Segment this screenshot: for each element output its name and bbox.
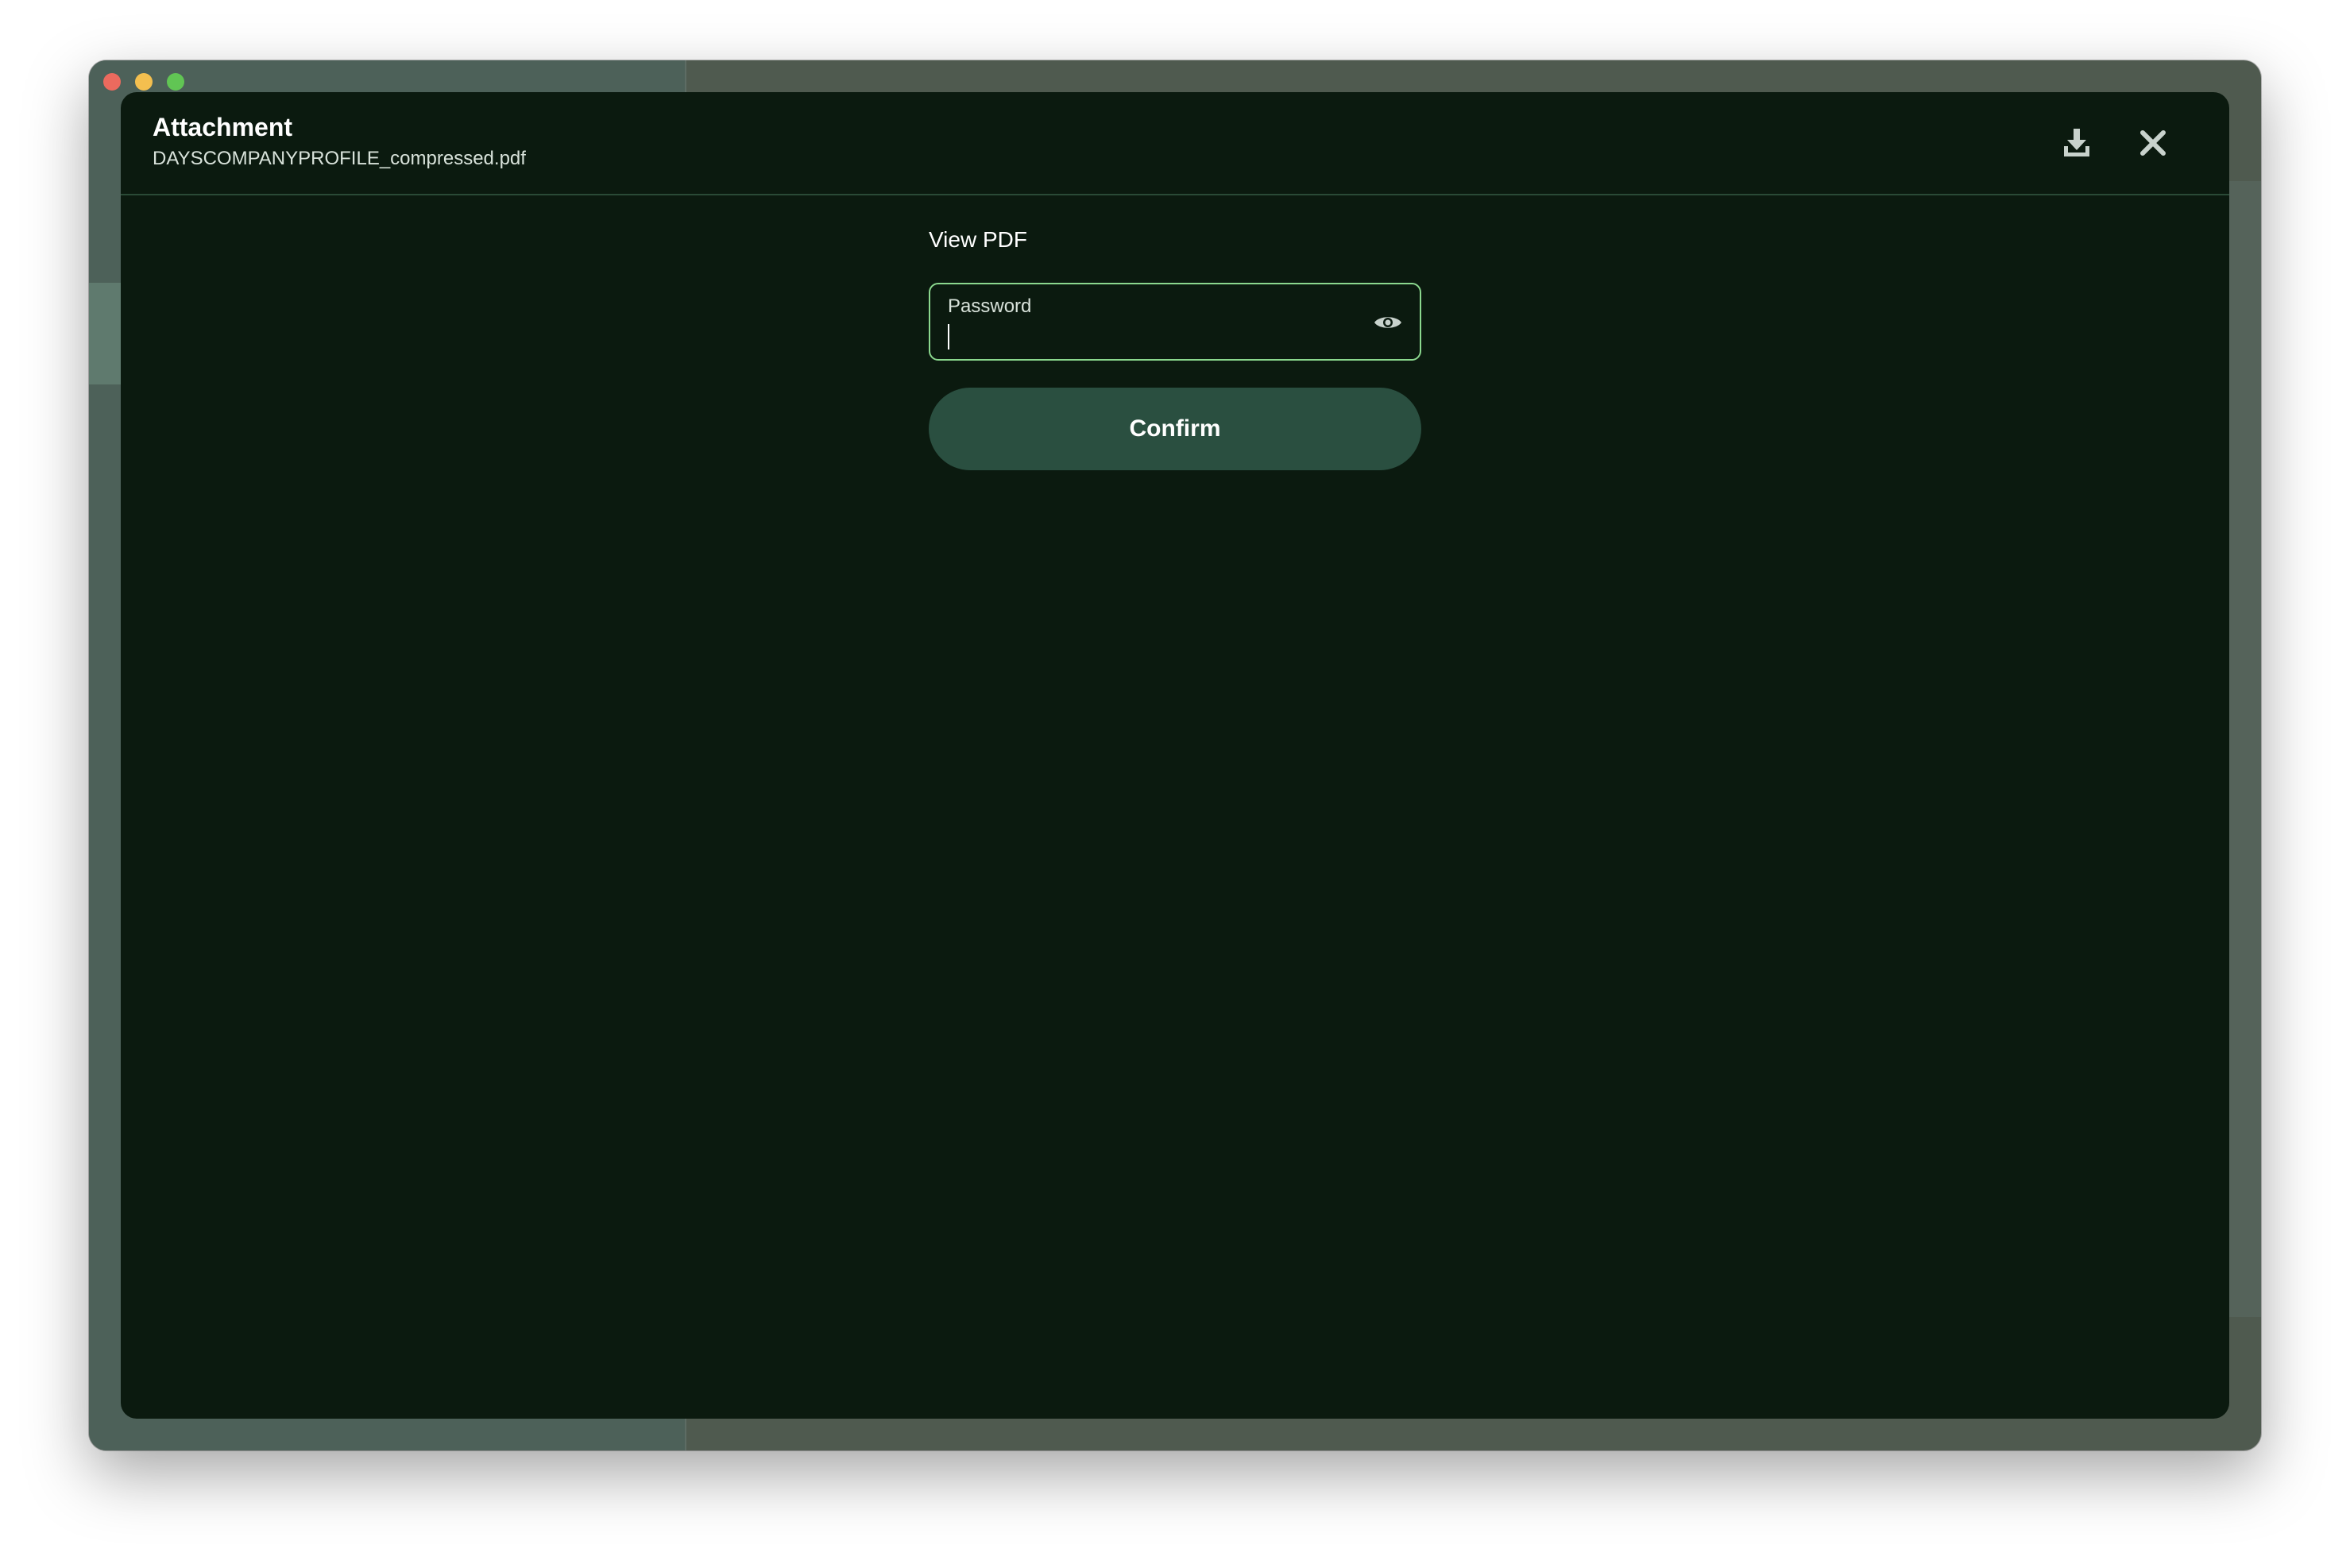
close-button[interactable] [2131,121,2175,165]
close-icon [2140,130,2166,156]
window-close-button[interactable] [103,73,121,91]
password-field[interactable]: Password [929,283,1421,361]
window-zoom-button[interactable] [167,73,184,91]
text-caret [948,324,949,350]
window-minimize-button[interactable] [135,73,153,91]
download-icon [2064,129,2089,156]
form-heading: View PDF [929,227,1027,252]
view-pdf-form: View PDF Password Confirm [929,227,1421,470]
background-sidebar-selection [89,283,121,384]
background-right-panel [2229,181,2261,1317]
eye-icon [1374,317,1401,328]
password-input[interactable] [948,321,1361,350]
password-label: Password [948,295,1032,317]
attachment-modal: Attachment DAYSCOMPANYPROFILE_compressed… [121,92,2229,1419]
show-password-button[interactable] [1372,308,1404,337]
download-button[interactable] [2054,121,2099,165]
modal-title: Attachment [153,113,293,141]
attachment-filename: DAYSCOMPANYPROFILE_compressed.pdf [153,148,526,169]
confirm-button[interactable]: Confirm [929,388,1421,470]
app-window: Attachment DAYSCOMPANYPROFILE_compressed… [89,60,2261,1450]
modal-header: Attachment DAYSCOMPANYPROFILE_compressed… [121,92,2229,195]
